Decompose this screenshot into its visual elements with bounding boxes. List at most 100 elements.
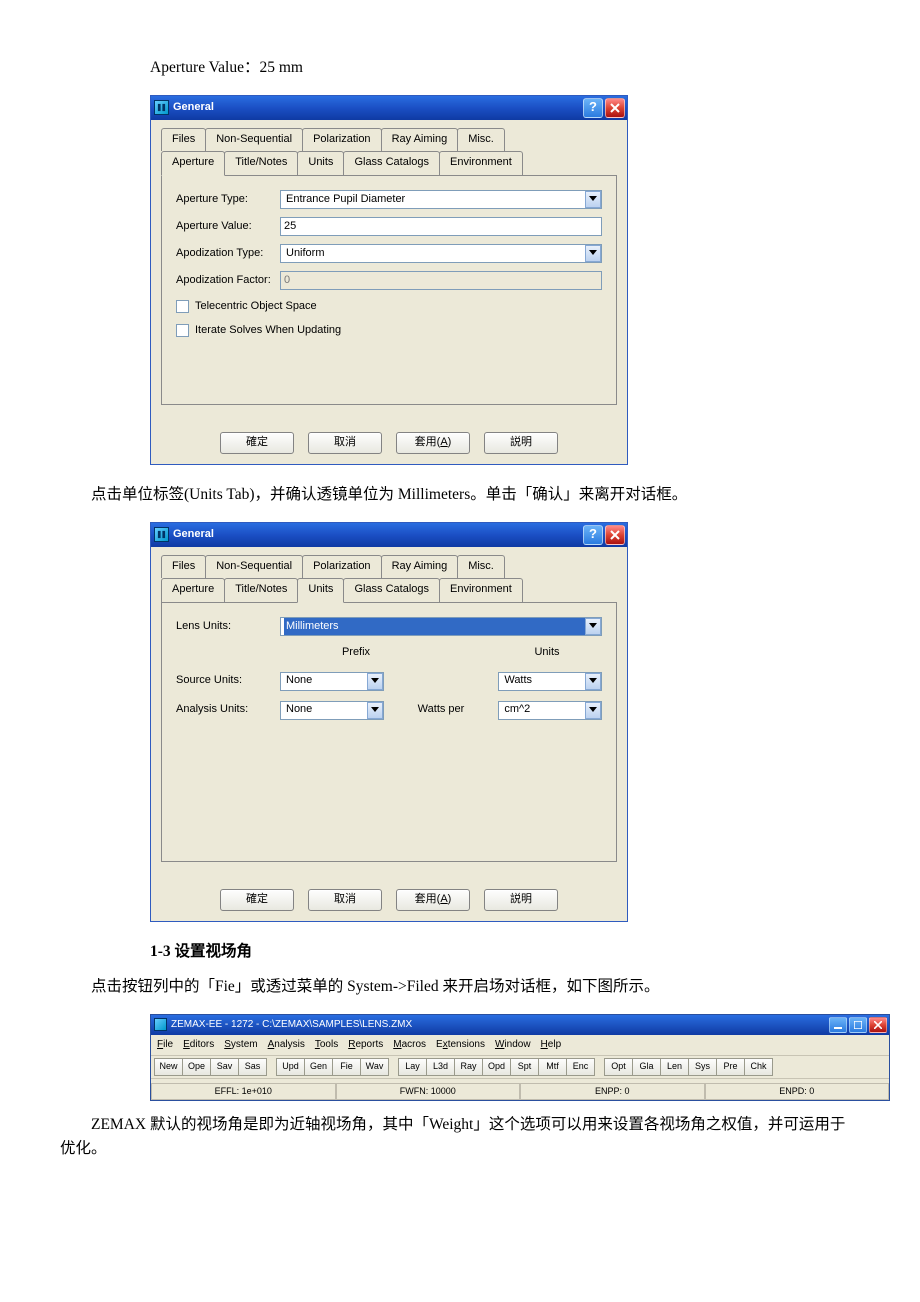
aperture-type-select[interactable]: Entrance Pupil Diameter	[280, 190, 602, 209]
close-button[interactable]	[605, 525, 625, 545]
help-button[interactable]: ?	[583, 525, 603, 545]
dialog-title: General	[173, 526, 214, 544]
ok-button[interactable]: 確定	[220, 889, 294, 911]
apodization-factor-label: Apodization Factor:	[176, 272, 280, 290]
tab-rayaiming[interactable]: Ray Aiming	[381, 555, 459, 579]
telecentric-checkbox[interactable]	[176, 300, 189, 313]
col-header-prefix: Prefix	[296, 644, 416, 662]
tab-environment[interactable]: Environment	[439, 151, 523, 176]
tool-sys[interactable]: Sys	[688, 1058, 717, 1076]
tool-gla[interactable]: Gla	[632, 1058, 661, 1076]
tool-pre[interactable]: Pre	[716, 1058, 745, 1076]
tool-opd[interactable]: Opd	[482, 1058, 511, 1076]
menu-extensions[interactable]: Extensions	[436, 1037, 485, 1053]
cancel-button[interactable]: 取消	[308, 432, 382, 454]
app-icon	[154, 527, 169, 542]
menu-reports[interactable]: Reports	[348, 1037, 383, 1053]
analysis-prefix-select[interactable]: None	[280, 701, 384, 720]
dropdown-icon[interactable]	[367, 673, 383, 690]
tab-misc[interactable]: Misc.	[457, 128, 505, 152]
tab-rayaiming[interactable]: Ray Aiming	[381, 128, 459, 152]
cancel-button[interactable]: 取消	[308, 889, 382, 911]
tab-units[interactable]: Units	[297, 578, 344, 603]
source-units-select[interactable]: Watts	[498, 672, 602, 691]
apply-button[interactable]: 套用(A)	[396, 889, 470, 911]
tool-spt[interactable]: Spt	[510, 1058, 539, 1076]
tool-enc[interactable]: Enc	[566, 1058, 595, 1076]
iterate-checkbox[interactable]	[176, 324, 189, 337]
dropdown-icon[interactable]	[585, 702, 601, 719]
titlebar[interactable]: General ?	[151, 96, 627, 120]
ok-button[interactable]: 確定	[220, 432, 294, 454]
maximize-button[interactable]	[849, 1017, 867, 1033]
menu-analysis[interactable]: Analysis	[268, 1037, 305, 1053]
tab-nonsequential[interactable]: Non-Sequential	[205, 128, 303, 152]
help-button[interactable]: ?	[583, 98, 603, 118]
apply-button[interactable]: 套用(A)	[396, 432, 470, 454]
menu-help[interactable]: Help	[541, 1037, 562, 1053]
lens-units-label: Lens Units:	[176, 618, 280, 636]
menu-tools[interactable]: Tools	[315, 1037, 338, 1053]
tab-files[interactable]: Files	[161, 555, 206, 579]
app-titlebar[interactable]: ZEMAX-EE - 1272 - C:\ZEMAX\SAMPLES\LENS.…	[151, 1015, 889, 1035]
tab-environment[interactable]: Environment	[439, 578, 523, 603]
aperture-value-input[interactable]: 25	[280, 217, 602, 236]
source-prefix-select[interactable]: None	[280, 672, 384, 691]
help-button-bottom[interactable]: 説明	[484, 432, 558, 454]
apodization-type-select[interactable]: Uniform	[280, 244, 602, 263]
tab-polarization[interactable]: Polarization	[302, 555, 381, 579]
lens-units-select[interactable]: Millimeters	[280, 617, 602, 636]
tool-gen[interactable]: Gen	[304, 1058, 333, 1076]
tool-l3d[interactable]: L3d	[426, 1058, 455, 1076]
tool-ray[interactable]: Ray	[454, 1058, 483, 1076]
help-button-bottom[interactable]: 説明	[484, 889, 558, 911]
tab-misc[interactable]: Misc.	[457, 555, 505, 579]
tab-files[interactable]: Files	[161, 128, 206, 152]
menu-window[interactable]: Window	[495, 1037, 531, 1053]
tool-lay[interactable]: Lay	[398, 1058, 427, 1076]
tool-ope[interactable]: Ope	[182, 1058, 211, 1076]
tool-len[interactable]: Len	[660, 1058, 689, 1076]
tab-nonsequential[interactable]: Non-Sequential	[205, 555, 303, 579]
menu-macros[interactable]: Macros	[393, 1037, 426, 1053]
dropdown-icon[interactable]	[585, 245, 601, 262]
analysis-units-select[interactable]: cm^2	[498, 701, 602, 720]
watts-per-label: Watts per	[384, 701, 499, 719]
close-button[interactable]	[869, 1017, 887, 1033]
tab-aperture[interactable]: Aperture	[161, 151, 225, 176]
dropdown-icon[interactable]	[585, 191, 601, 208]
menu-file[interactable]: File	[157, 1037, 173, 1053]
menu-system[interactable]: System	[224, 1037, 257, 1053]
dropdown-icon[interactable]	[367, 702, 383, 719]
apodization-type-label: Apodization Type:	[176, 245, 280, 263]
status-fwfn: FWFN: 10000	[336, 1083, 521, 1100]
tab-aperture[interactable]: Aperture	[161, 578, 225, 603]
tab-titlenotes[interactable]: Title/Notes	[224, 578, 298, 603]
tool-upd[interactable]: Upd	[276, 1058, 305, 1076]
close-button[interactable]	[605, 98, 625, 118]
menubar[interactable]: File Editors System Analysis Tools Repor…	[151, 1035, 889, 1056]
tool-chk[interactable]: Chk	[744, 1058, 773, 1076]
minimize-button[interactable]	[829, 1017, 847, 1033]
tab-glasscatalogs[interactable]: Glass Catalogs	[343, 151, 440, 176]
tab-polarization[interactable]: Polarization	[302, 128, 381, 152]
toolbar: New Ope Sav Sas Upd Gen Fie Wav Lay L3d …	[151, 1056, 889, 1079]
dialog-title: General	[173, 99, 214, 117]
dropdown-icon[interactable]	[585, 673, 601, 690]
tool-sav[interactable]: Sav	[210, 1058, 239, 1076]
tool-wav[interactable]: Wav	[360, 1058, 389, 1076]
section-heading: 1-3 设置视场角	[60, 940, 860, 965]
tool-mtf[interactable]: Mtf	[538, 1058, 567, 1076]
tab-titlenotes[interactable]: Title/Notes	[224, 151, 298, 176]
tool-new[interactable]: New	[154, 1058, 183, 1076]
titlebar[interactable]: General ?	[151, 523, 627, 547]
tab-glasscatalogs[interactable]: Glass Catalogs	[343, 578, 440, 603]
tab-units[interactable]: Units	[297, 151, 344, 176]
tool-sas[interactable]: Sas	[238, 1058, 267, 1076]
tool-opt[interactable]: Opt	[604, 1058, 633, 1076]
general-dialog-units: General ? Files Non-Sequential Polarizat…	[150, 522, 628, 922]
tool-fie[interactable]: Fie	[332, 1058, 361, 1076]
menu-editors[interactable]: Editors	[183, 1037, 214, 1053]
status-enpp: ENPP: 0	[520, 1083, 705, 1100]
dropdown-icon[interactable]	[585, 618, 601, 635]
